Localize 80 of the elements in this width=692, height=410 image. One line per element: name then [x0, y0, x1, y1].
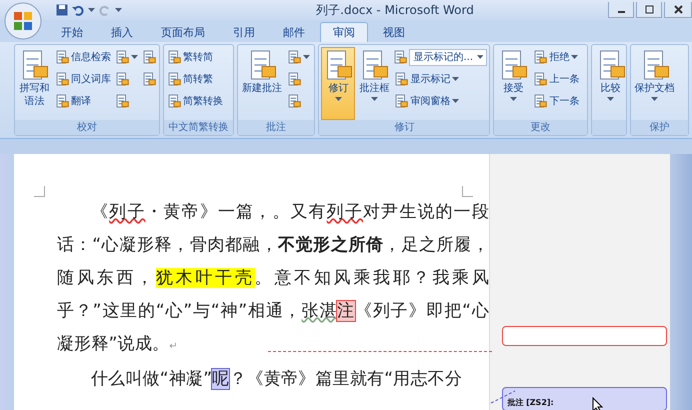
ribbon-button[interactable]: 拼写和语法 [17, 47, 52, 120]
close-icon [674, 5, 682, 14]
caret-icon [334, 97, 342, 101]
ribbon-tab[interactable]: 视图 [370, 22, 418, 42]
document-icon [114, 72, 129, 86]
document-icon [142, 72, 156, 86]
ribbon-button[interactable]: 批注框 [357, 47, 392, 120]
document-icon [286, 72, 301, 86]
save-icon [56, 4, 68, 16]
document-icon [394, 94, 408, 108]
group-label: 保护 [630, 120, 688, 135]
group-label: 修订 [319, 120, 490, 135]
ribbon-tab[interactable]: 引用 [220, 22, 268, 42]
document-icon [142, 50, 156, 64]
ribbon-tab[interactable]: 插入 [98, 22, 146, 42]
close-button[interactable] [664, 2, 692, 18]
group-label: 批注 [238, 120, 314, 135]
document-icon [166, 94, 181, 108]
scroll-bar[interactable] [670, 154, 692, 410]
ribbon-button[interactable]: 新建批注 [240, 47, 284, 120]
document-icon [54, 50, 69, 64]
group-label: 更改 [494, 120, 586, 135]
caret-icon [88, 8, 95, 12]
mouse-cursor-icon [592, 397, 604, 410]
comment-label: 批注 [ZS2]: [507, 398, 554, 407]
ribbon-button[interactable]: 比较 [594, 47, 628, 120]
ribbon-button[interactable]: 简繁转换 [166, 91, 224, 111]
ribbon-button[interactable]: 上一条 [532, 69, 580, 89]
ribbon-tab[interactable]: 审阅 [320, 22, 368, 42]
document-icon [533, 94, 548, 108]
document-icon [114, 50, 129, 64]
document-icon [114, 94, 129, 108]
ribbon-tab[interactable]: 邮件 [270, 22, 318, 42]
document-icon [54, 94, 69, 108]
caret-icon [452, 99, 460, 103]
document-icon [166, 72, 181, 86]
document-icon [166, 50, 181, 64]
group-label: 校对 [15, 120, 159, 135]
dropdown-field[interactable]: 显示标记的... [409, 48, 488, 66]
document-icon [54, 72, 69, 86]
ribbon-button[interactable]: 审阅窗格 [393, 91, 488, 111]
document-icon [533, 50, 548, 64]
ribbon-button[interactable]: 繁转简 [166, 47, 224, 67]
caret-icon [370, 97, 378, 101]
document-icon [533, 72, 548, 86]
ribbon-button[interactable]: 同义词库 [54, 69, 112, 89]
window-title: 列子.docx - Microsoft Word [315, 2, 475, 18]
undo-icon [72, 4, 84, 16]
caret-icon [302, 55, 310, 59]
ribbon-button[interactable]: 简转繁 [166, 69, 224, 89]
caret-icon [477, 55, 484, 59]
group-footer [592, 120, 626, 135]
ribbon-button[interactable]: 拒绝 [532, 47, 580, 67]
minimize-button[interactable] [608, 2, 634, 18]
paragraph: 什么叫做“神凝”呢？《黄帝》篇里就有“用志不分 [90, 368, 464, 391]
document-icon [394, 72, 408, 86]
caret-icon [452, 77, 460, 81]
ribbon-tab[interactable]: 开始 [48, 22, 96, 42]
caret-icon [607, 97, 614, 101]
caret-icon [510, 97, 517, 101]
redo-icon [99, 4, 111, 16]
paragraph: 《列子・黄帝》一篇，。又有列子对尹生说的一段话：“心凝形释，骨肉都融，不觉形之所倚，足之所履，随风东西，犹木叶干壳。意不知风乘我耶？我乘风乎？”这里的“心”与“神”相通，张湛注《列子》即把“心凝形释”说成。↵ [57, 201, 489, 356]
ribbon-button[interactable]: 接受 [496, 47, 530, 120]
document-icon [393, 50, 408, 64]
ribbon-button[interactable]: 信息检索 [54, 47, 112, 67]
ribbon-button[interactable]: 翻译 [54, 91, 112, 111]
ribbon-tab[interactable]: 页面布局 [148, 22, 218, 42]
document-icon [286, 94, 301, 108]
caret-icon [571, 55, 578, 59]
ribbon-button[interactable]: 下一条 [532, 91, 580, 111]
document-icon [286, 50, 301, 64]
ribbon-button[interactable]: 修订 [321, 47, 356, 120]
restore-icon [644, 5, 654, 14]
caret-icon [115, 8, 122, 12]
ribbon-button[interactable]: 显示标记 [393, 69, 488, 89]
caret-icon [130, 55, 138, 59]
caret-icon [651, 97, 658, 101]
ribbon-button[interactable]: 保护文档 [632, 47, 676, 120]
group-label: 中文简繁转换 [164, 120, 233, 135]
maximize-button[interactable] [636, 2, 662, 18]
